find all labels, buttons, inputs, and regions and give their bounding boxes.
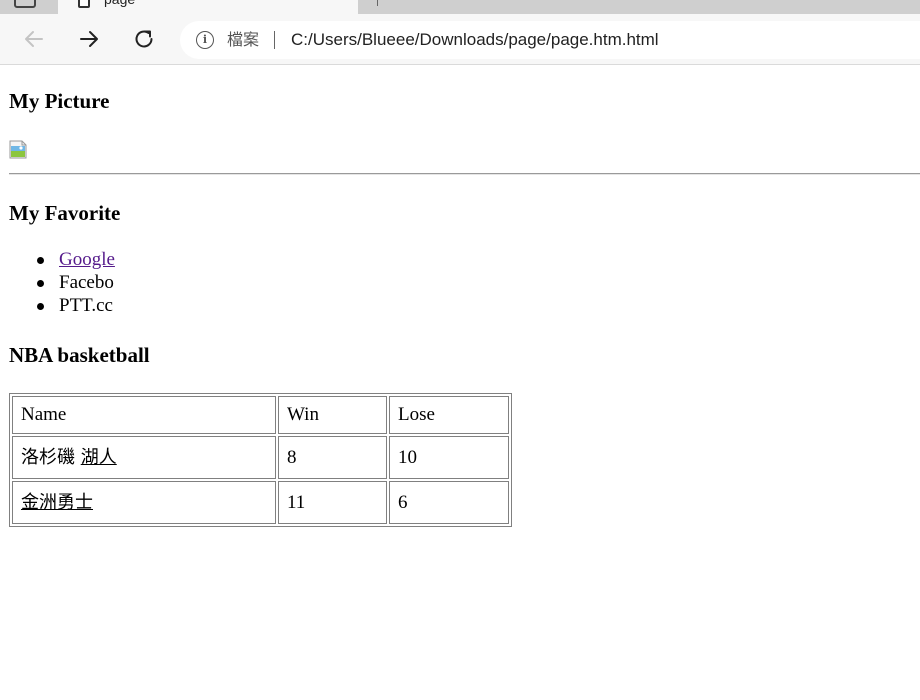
nba-table: Name Win Lose 洛杉磯 湖人 8 10 金洲勇士 11 6: [9, 393, 512, 527]
header-win: Win: [278, 396, 387, 434]
tab-title: page: [104, 0, 135, 6]
info-icon[interactable]: i: [196, 31, 214, 49]
tab-strip: page ✕: [0, 0, 920, 14]
nba-heading: NBA basketball: [9, 343, 150, 367]
google-link[interactable]: Google: [59, 249, 115, 270]
address-divider: [274, 31, 275, 49]
browser-tab[interactable]: page ✕: [58, 0, 358, 14]
tab-actions-icon[interactable]: [14, 0, 36, 8]
page-document-icon: [78, 0, 90, 8]
favorite-list: Google Facebo PTT.cc: [9, 248, 115, 317]
header-lose: Lose: [389, 396, 509, 434]
arrow-right-icon: [80, 31, 98, 47]
tab-close-icon[interactable]: ✕: [328, 0, 342, 6]
lose-cell: 10: [389, 436, 509, 479]
scheme-label: 檔案: [227, 30, 260, 49]
arrow-left-icon: [25, 31, 43, 47]
win-cell: 8: [278, 436, 387, 479]
team-name-cell: 金洲勇士: [12, 481, 276, 524]
table-row: 金洲勇士 11 6: [12, 481, 509, 524]
reload-icon: [135, 30, 153, 48]
header-name: Name: [12, 396, 276, 434]
tab-separator: [377, 0, 378, 6]
back-button[interactable]: [17, 22, 51, 56]
lose-cell: 6: [389, 481, 509, 524]
facebook-item: Facebo: [59, 272, 114, 293]
team-city: 洛杉磯: [21, 446, 81, 468]
win-cell: 11: [278, 481, 387, 524]
list-item: Facebo: [9, 271, 115, 294]
table-row: 洛杉磯 湖人 8 10: [12, 436, 509, 479]
browser-toolbar: i 檔案 C:/Users/Blueee/Downloads/page/page…: [0, 14, 920, 65]
table-header-row: Name Win Lose: [12, 396, 509, 434]
url-text[interactable]: C:/Users/Blueee/Downloads/page/page.htm.…: [291, 30, 659, 50]
horizontal-rule: [9, 173, 920, 175]
list-item: PTT.cc: [9, 294, 115, 317]
forward-button[interactable]: [72, 22, 106, 56]
list-item: Google: [9, 248, 115, 271]
team-name-cell: 洛杉磯 湖人: [12, 436, 276, 479]
ptt-item: PTT.cc: [59, 295, 113, 316]
lakers-link[interactable]: 湖人: [81, 447, 117, 468]
picture-heading: My Picture: [9, 89, 110, 113]
broken-image-icon: [9, 140, 27, 159]
favorite-heading: My Favorite: [9, 201, 121, 225]
warriors-link[interactable]: 金洲勇士: [21, 492, 93, 513]
address-bar[interactable]: i 檔案 C:/Users/Blueee/Downloads/page/page…: [180, 21, 920, 59]
reload-button[interactable]: [127, 22, 161, 56]
